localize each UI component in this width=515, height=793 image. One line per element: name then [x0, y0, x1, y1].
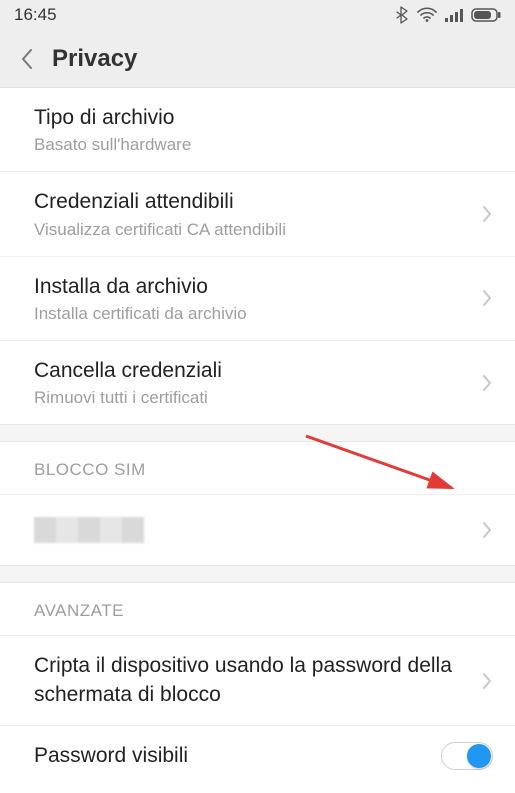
chevron-right-icon — [481, 520, 493, 540]
chevron-right-icon — [481, 204, 493, 224]
visible-passwords-item[interactable]: Password visibili — [0, 726, 515, 786]
page-title: Privacy — [52, 45, 137, 73]
item-title: Password visibili — [34, 742, 441, 769]
status-bar: 16:45 — [0, 0, 515, 30]
section-gap — [0, 424, 515, 442]
bluetooth-icon — [395, 6, 409, 24]
archive-type-item: Tipo di archivio Basato sull'hardware — [0, 88, 515, 172]
back-button[interactable] — [12, 44, 42, 74]
redacted-label — [34, 517, 144, 543]
sim-lock-item[interactable] — [0, 495, 515, 565]
install-from-archive-item[interactable]: Installa da archivio Installa certificat… — [0, 257, 515, 341]
item-title: Cripta il dispositivo usando la password… — [34, 652, 471, 709]
status-icons — [395, 6, 501, 24]
trusted-credentials-item[interactable]: Credenziali attendibili Visualizza certi… — [0, 172, 515, 256]
advanced-section-header: AVANZATE — [0, 583, 515, 636]
item-subtitle: Basato sull'hardware — [34, 135, 493, 155]
toggle-knob — [467, 744, 491, 768]
settings-screen: 16:45 Privacy Tipo di archivio — [0, 0, 515, 793]
item-subtitle: Rimuovi tutti i certificati — [34, 388, 471, 408]
chevron-right-icon — [481, 288, 493, 308]
item-subtitle: Visualizza certificati CA attendibili — [34, 220, 471, 240]
status-time: 16:45 — [14, 5, 57, 25]
item-title: Credenziali attendibili — [34, 188, 471, 215]
section-gap — [0, 565, 515, 583]
item-subtitle: Installa certificati da archivio — [34, 304, 471, 324]
visible-passwords-toggle[interactable] — [441, 742, 493, 770]
encrypt-device-item[interactable]: Cripta il dispositivo usando la password… — [0, 636, 515, 726]
page-header: Privacy — [0, 30, 515, 88]
item-title: Installa da archivio — [34, 273, 471, 300]
sim-lock-section-header: BLOCCO SIM — [0, 442, 515, 495]
clear-credentials-item[interactable]: Cancella credenziali Rimuovi tutti i cer… — [0, 341, 515, 424]
battery-icon — [471, 8, 501, 22]
signal-icon — [445, 8, 463, 22]
item-title: Tipo di archivio — [34, 104, 493, 131]
item-title: Cancella credenziali — [34, 357, 471, 384]
chevron-right-icon — [481, 373, 493, 393]
chevron-right-icon — [481, 671, 493, 691]
wifi-icon — [417, 7, 437, 23]
credentials-group: Tipo di archivio Basato sull'hardware Cr… — [0, 88, 515, 424]
